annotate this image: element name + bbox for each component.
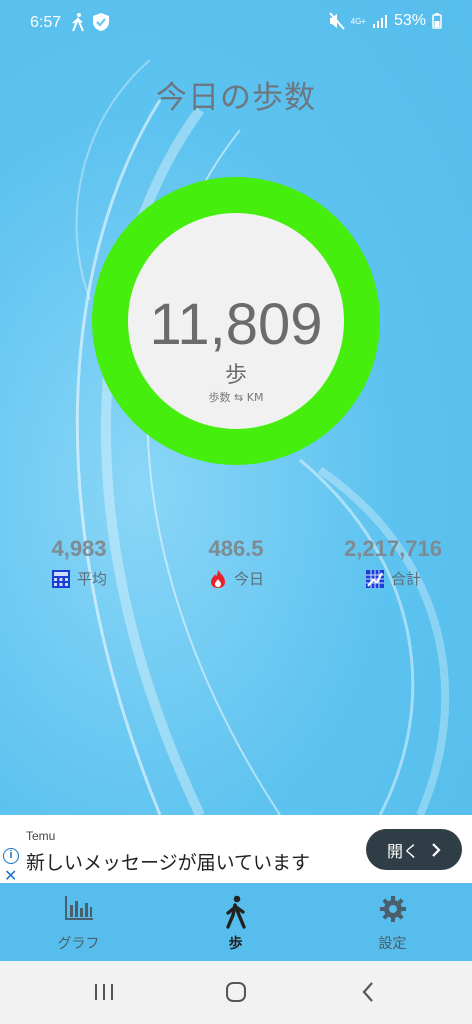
home-icon [226,982,246,1002]
stat-total-value: 2,217,716 [344,536,442,561]
ad-open-label: 開く [386,841,419,861]
status-bar: 6:57 4G+ 53% [0,0,472,46]
nav-graph[interactable]: グラフ [0,883,157,961]
stat-average-value: 4,983 [51,536,107,561]
stat-total-label: 合計 [390,570,421,588]
ad-message[interactable]: 新しいメッセージが届いています [26,848,310,875]
nav-steps[interactable]: 歩 [157,883,314,961]
stat-average: 4,983 平均 [0,536,158,589]
steps-progress-ring: 11,809 歩 歩数 ⇆ KM [92,177,380,465]
stat-today: 486.5 今日 [157,536,315,589]
fire-icon [210,569,225,588]
home-button[interactable] [216,977,256,1007]
ad-info-icon[interactable]: i [3,848,19,864]
nav-settings[interactable]: 設定 [314,883,471,961]
bottom-nav: グラフ 歩 設定 [0,883,472,961]
stat-today-label: 今日 [233,570,264,588]
unit-toggle[interactable]: 歩数 ⇆ KM [92,389,380,405]
battery-percent: 53% [393,12,426,29]
bar-chart-icon [64,896,93,920]
nav-settings-label: 設定 [378,936,407,952]
walking-icon [225,895,246,929]
mute-icon [328,12,345,30]
stats-row: 4,983 平均 486.5 今日 2,217,716 合計 [0,536,472,596]
nav-graph-label: グラフ [57,936,100,952]
stat-today-value: 486.5 [208,536,264,561]
recent-apps-button[interactable] [84,977,124,1007]
walking-status-icon [72,13,84,32]
status-time: 6:57 [30,14,62,31]
ad-banner[interactable]: i ✕ Temu 新しいメッセージが届いています 開く [0,815,472,885]
chevron-right-icon [432,842,441,857]
shield-icon [93,13,109,31]
back-button[interactable] [348,977,388,1007]
signal-icon [372,15,387,28]
stat-average-label: 平均 [76,570,107,588]
steps-unit: 歩 [224,363,247,388]
ad-brand: Temu [26,829,56,843]
page-title: 今日の歩数 [156,80,316,116]
grid-chart-icon [365,569,384,588]
battery-icon [432,13,442,29]
calculator-icon [51,569,70,588]
ad-open-button[interactable]: 開く [366,829,462,870]
stat-total: 2,217,716 合計 [314,536,472,589]
network-type: 4G+ [350,16,366,26]
gear-icon [379,896,406,922]
steps-count: 11,809 [149,292,323,357]
back-icon [362,982,373,1002]
recent-apps-icon [95,984,113,1000]
system-nav-bar [0,961,472,1024]
nav-steps-label: 歩 [228,936,243,952]
